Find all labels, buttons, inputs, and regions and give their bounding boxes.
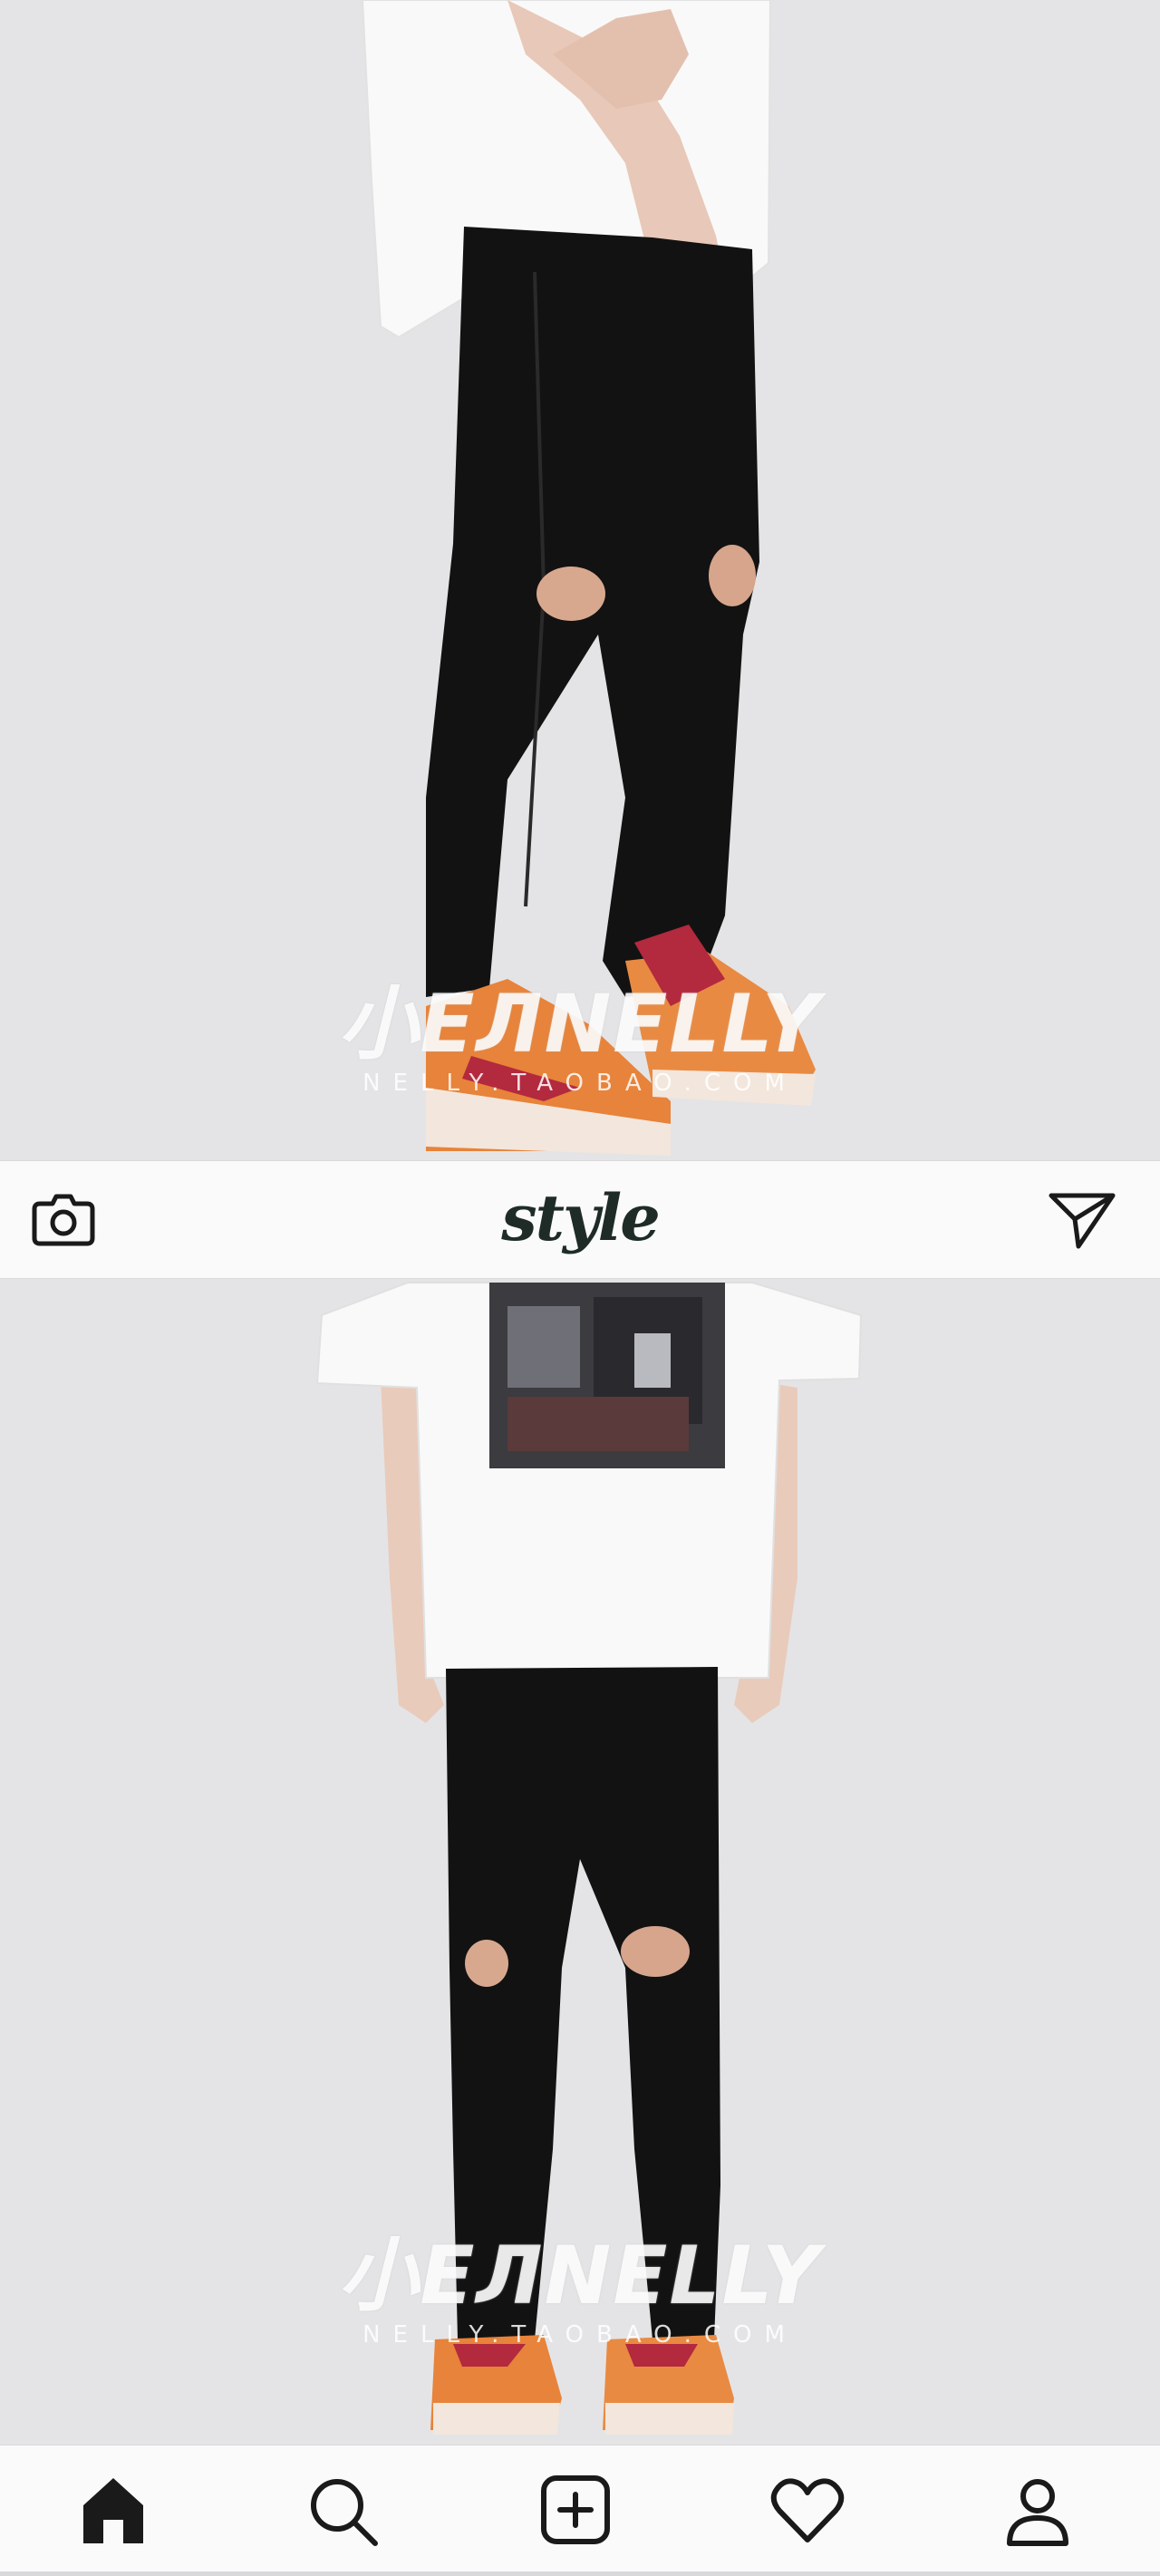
watermark-sub-text: NELLY.TAOBAO.COM (362, 2321, 798, 2348)
post-photo-1[interactable]: 小ЕЛNELLY NELLY.TAOBAO.COM (0, 0, 1160, 1160)
bottom-tab-bar (0, 2445, 1160, 2571)
watermark-main-text: 小ЕЛNELLY (338, 977, 822, 1070)
tab-home[interactable] (72, 2473, 154, 2549)
tab-search[interactable] (303, 2473, 384, 2549)
watermark-main-text: 小ЕЛNELLY (338, 2229, 822, 2322)
next-post-peek (0, 2571, 1160, 2576)
tab-add[interactable] (535, 2473, 616, 2549)
post-photo-2[interactable]: 小ЕЛNELLY NELLY.TAOBAO.COM (0, 1279, 1160, 2445)
home-icon (83, 2478, 143, 2543)
tab-profile[interactable] (997, 2473, 1078, 2549)
tab-activity[interactable] (767, 2473, 848, 2549)
watermark-1: 小ЕЛNELLY NELLY.TAOBAO.COM (0, 977, 1160, 1098)
profile-icon (1007, 2479, 1068, 2546)
camera-icon[interactable] (29, 1187, 98, 1253)
app-logo[interactable]: style (489, 1168, 671, 1268)
top-navigation-bar: style (0, 1160, 1160, 1279)
add-icon (541, 2475, 610, 2544)
search-icon (311, 2479, 378, 2546)
watermark-sub-text: NELLY.TAOBAO.COM (362, 1070, 798, 1097)
heart-icon (770, 2478, 845, 2542)
watermark-2: 小ЕЛNELLY NELLY.TAOBAO.COM (0, 2229, 1160, 2349)
send-icon[interactable] (1046, 1186, 1118, 1252)
